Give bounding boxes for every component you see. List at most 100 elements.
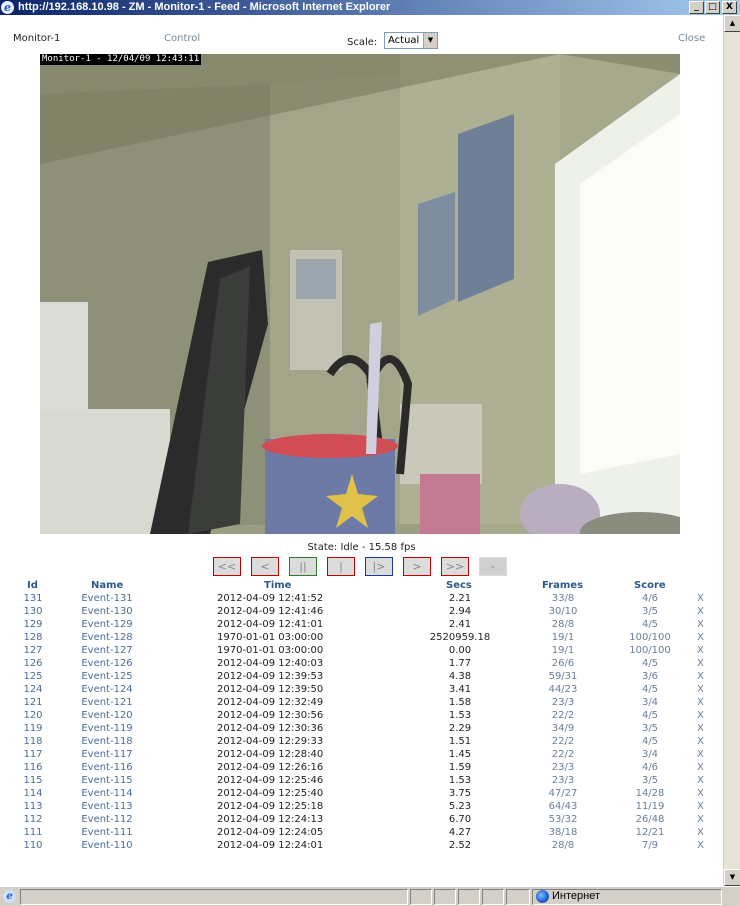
- event-id[interactable]: 117: [18, 748, 48, 761]
- fast-rewind-button[interactable]: <<: [213, 557, 241, 576]
- delete-event-button[interactable]: X: [697, 631, 707, 644]
- event-id[interactable]: 110: [18, 839, 48, 852]
- event-id[interactable]: 118: [18, 735, 48, 748]
- event-score-link[interactable]: 3/5: [622, 774, 678, 787]
- event-name-link[interactable]: Event-112: [70, 813, 144, 826]
- event-name-link[interactable]: Event-131: [70, 592, 144, 605]
- event-id[interactable]: 111: [18, 826, 48, 839]
- event-id[interactable]: 131: [18, 592, 48, 605]
- event-frames-link[interactable]: 19/1: [538, 631, 588, 644]
- event-frames-link[interactable]: 22/2: [538, 748, 588, 761]
- event-score-link[interactable]: 4/6: [622, 761, 678, 774]
- scale-select[interactable]: Actual ▼: [384, 32, 438, 49]
- event-frames-link[interactable]: 23/3: [538, 696, 588, 709]
- delete-event-button[interactable]: X: [697, 839, 707, 852]
- event-score-link[interactable]: 4/6: [622, 592, 678, 605]
- event-name-link[interactable]: Event-119: [70, 722, 144, 735]
- delete-event-button[interactable]: X: [697, 787, 707, 800]
- event-frames-link[interactable]: 34/9: [538, 722, 588, 735]
- event-frames-link[interactable]: 28/8: [538, 839, 588, 852]
- event-score-link[interactable]: 12/21: [622, 826, 678, 839]
- close-link[interactable]: Close: [678, 33, 705, 44]
- event-name-link[interactable]: Event-118: [70, 735, 144, 748]
- event-id[interactable]: 116: [18, 761, 48, 774]
- event-frames-link[interactable]: 53/32: [538, 813, 588, 826]
- event-name-link[interactable]: Event-130: [70, 605, 144, 618]
- event-id[interactable]: 129: [18, 618, 48, 631]
- delete-event-button[interactable]: X: [697, 605, 707, 618]
- control-link[interactable]: Control: [164, 33, 200, 44]
- pause-button[interactable]: ||: [289, 557, 317, 576]
- chevron-down-icon[interactable]: ▼: [423, 33, 437, 48]
- col-header-name[interactable]: Name: [91, 580, 123, 591]
- event-id[interactable]: 114: [18, 787, 48, 800]
- event-name-link[interactable]: Event-128: [70, 631, 144, 644]
- event-frames-link[interactable]: 28/8: [538, 618, 588, 631]
- event-score-link[interactable]: 4/5: [622, 709, 678, 722]
- event-name-link[interactable]: Event-111: [70, 826, 144, 839]
- delete-event-button[interactable]: X: [697, 709, 707, 722]
- delete-event-button[interactable]: X: [697, 748, 707, 761]
- delete-event-button[interactable]: X: [697, 618, 707, 631]
- event-score-link[interactable]: 4/5: [622, 657, 678, 670]
- scroll-down-icon[interactable]: ▼: [724, 869, 740, 886]
- delete-event-button[interactable]: X: [697, 683, 707, 696]
- event-id[interactable]: 115: [18, 774, 48, 787]
- event-score-link[interactable]: 3/4: [622, 748, 678, 761]
- delete-event-button[interactable]: X: [697, 670, 707, 683]
- event-frames-link[interactable]: 19/1: [538, 644, 588, 657]
- event-score-link[interactable]: 3/5: [622, 722, 678, 735]
- event-frames-link[interactable]: 30/10: [538, 605, 588, 618]
- delete-event-button[interactable]: X: [697, 657, 707, 670]
- event-id[interactable]: 126: [18, 657, 48, 670]
- event-score-link[interactable]: 4/5: [622, 618, 678, 631]
- event-score-link[interactable]: 14/28: [622, 787, 678, 800]
- event-frames-link[interactable]: 64/43: [538, 800, 588, 813]
- delete-event-button[interactable]: X: [697, 592, 707, 605]
- event-name-link[interactable]: Event-114: [70, 787, 144, 800]
- delete-event-button[interactable]: X: [697, 774, 707, 787]
- step-forward-button[interactable]: >: [403, 557, 431, 576]
- delete-event-button[interactable]: X: [697, 761, 707, 774]
- event-frames-link[interactable]: 26/6: [538, 657, 588, 670]
- delete-event-button[interactable]: X: [697, 813, 707, 826]
- event-id[interactable]: 127: [18, 644, 48, 657]
- event-score-link[interactable]: 4/5: [622, 683, 678, 696]
- delete-event-button[interactable]: X: [697, 800, 707, 813]
- col-header-id[interactable]: Id: [27, 580, 38, 591]
- event-id[interactable]: 130: [18, 605, 48, 618]
- event-id[interactable]: 113: [18, 800, 48, 813]
- delete-event-button[interactable]: X: [697, 722, 707, 735]
- event-frames-link[interactable]: 38/18: [538, 826, 588, 839]
- minimize-button[interactable]: _: [689, 1, 704, 14]
- delete-event-button[interactable]: X: [697, 735, 707, 748]
- event-id[interactable]: 124: [18, 683, 48, 696]
- event-frames-link[interactable]: 47/27: [538, 787, 588, 800]
- event-frames-link[interactable]: 22/2: [538, 735, 588, 748]
- event-name-link[interactable]: Event-113: [70, 800, 144, 813]
- scroll-track[interactable]: [724, 32, 740, 870]
- event-frames-link[interactable]: 23/3: [538, 761, 588, 774]
- event-score-link[interactable]: 4/5: [622, 735, 678, 748]
- fast-forward-button[interactable]: >>: [441, 557, 469, 576]
- vertical-scrollbar[interactable]: ▲ ▼: [723, 15, 740, 886]
- event-score-link[interactable]: 3/5: [622, 605, 678, 618]
- event-frames-link[interactable]: 23/3: [538, 774, 588, 787]
- event-score-link[interactable]: 3/6: [622, 670, 678, 683]
- close-window-button[interactable]: X: [722, 1, 737, 14]
- event-name-link[interactable]: Event-116: [70, 761, 144, 774]
- event-frames-link[interactable]: 44/23: [538, 683, 588, 696]
- event-score-link[interactable]: 26/48: [622, 813, 678, 826]
- scroll-up-icon[interactable]: ▲: [724, 15, 740, 32]
- event-name-link[interactable]: Event-125: [70, 670, 144, 683]
- maximize-button[interactable]: □: [705, 1, 720, 14]
- event-name-link[interactable]: Event-124: [70, 683, 144, 696]
- delete-event-button[interactable]: X: [697, 644, 707, 657]
- col-header-score[interactable]: Score: [634, 580, 666, 591]
- delete-event-button[interactable]: X: [697, 826, 707, 839]
- event-name-link[interactable]: Event-129: [70, 618, 144, 631]
- event-name-link[interactable]: Event-115: [70, 774, 144, 787]
- step-back-button[interactable]: <: [251, 557, 279, 576]
- event-name-link[interactable]: Event-117: [70, 748, 144, 761]
- event-id[interactable]: 128: [18, 631, 48, 644]
